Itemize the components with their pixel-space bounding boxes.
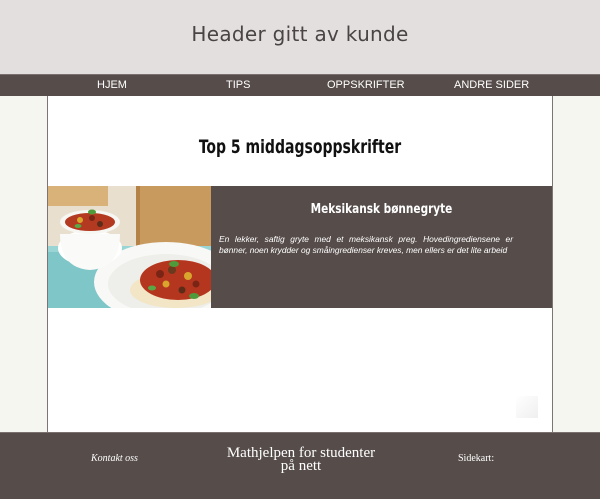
nav-item-oppskrifter[interactable]: OPPSKRIFTER (327, 79, 405, 93)
bean-stew-photo (48, 186, 211, 308)
nav-item-andre-sider[interactable]: ANDRE SIDER (454, 79, 529, 93)
recipe-title[interactable]: Meksikansk bønnegryte (228, 202, 535, 217)
sitemap-label: Sidekart: (458, 453, 495, 464)
site-footer: Kontakt oss Mathjelpen for studenter på … (0, 432, 600, 499)
nav-item-tips[interactable]: TIPS (226, 79, 250, 93)
footer-site-name-line2: på nett (280, 458, 322, 474)
decorative-corner (516, 396, 538, 418)
nav-item-hjem[interactable]: HJEM (97, 79, 127, 93)
main-content: Top 5 middagsoppskrifter Meksikansk bønn… (47, 96, 553, 432)
contact-link[interactable]: Kontakt oss (91, 453, 138, 464)
main-nav: HJEM TIPS OPPSKRIFTER ANDRE SIDER (0, 74, 600, 96)
recipe-card[interactable]: Meksikansk bønnegryte En lekker, saftig … (48, 186, 552, 308)
page-title: Top 5 middagsoppskrifter (198, 136, 402, 158)
footer-site-name: Mathjelpen for studenter på nett (216, 446, 386, 474)
recipe-description: En lekker, saftig gryte med et meksikans… (219, 234, 513, 255)
recipe-image[interactable] (48, 186, 211, 308)
header-title: Header gitt av kunde (191, 22, 409, 46)
site-header: Header gitt av kunde (0, 0, 600, 74)
